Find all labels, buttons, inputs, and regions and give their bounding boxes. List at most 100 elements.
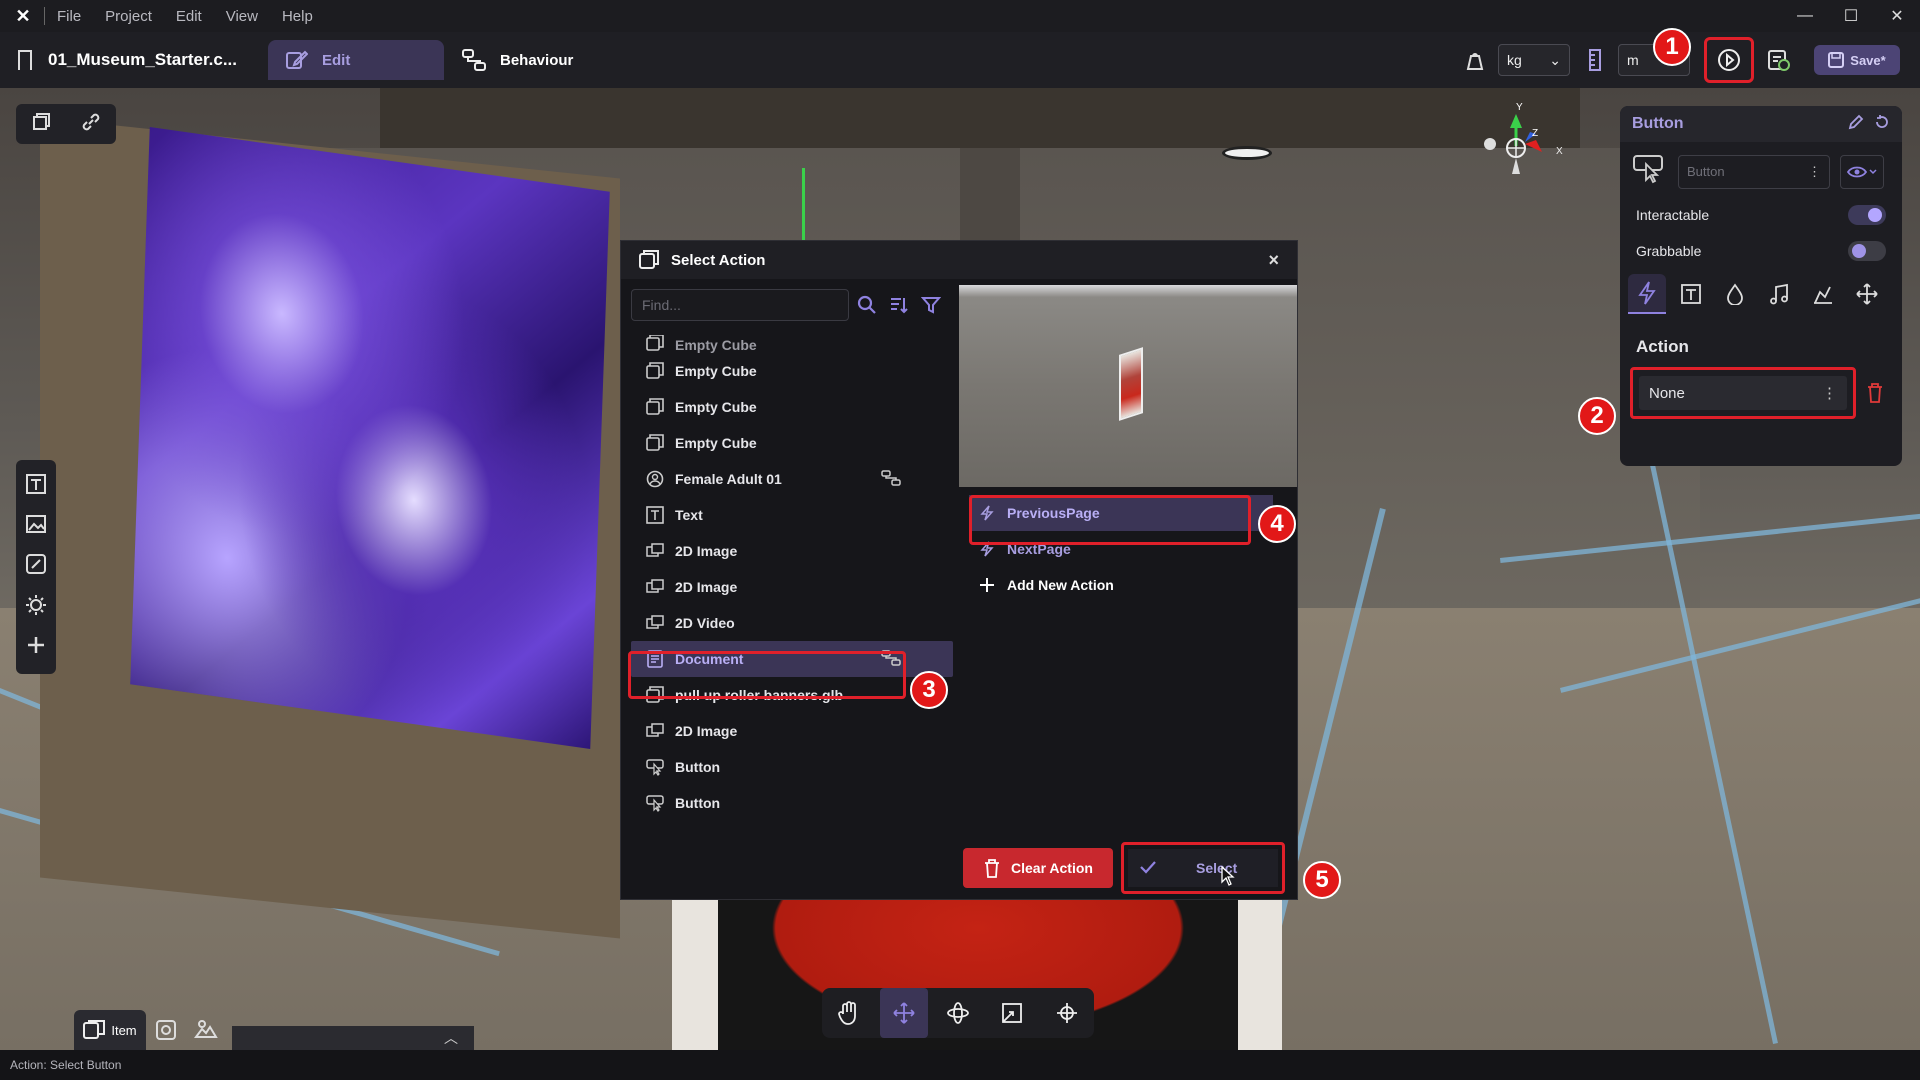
object-name-field[interactable]: Button ⋮ (1678, 154, 1830, 189)
button-object-icon (1632, 154, 1666, 189)
menu-view[interactable]: View (226, 8, 258, 25)
menu-bar: ✕ File Project Edit View Help — ☐ ✕ (0, 0, 1920, 32)
visibility-dropdown[interactable] (1840, 154, 1884, 189)
minimize-button[interactable]: — (1782, 0, 1828, 32)
close-window-button[interactable]: ✕ (1874, 0, 1920, 32)
add-tools-panel (16, 460, 56, 674)
list-item[interactable]: Empty Cube (631, 389, 953, 425)
reset-icon[interactable] (1874, 114, 1890, 135)
project-name: 01_Museum_Starter.c... (48, 50, 237, 69)
sky-tab-icon[interactable] (186, 1010, 226, 1050)
audio-tab-icon[interactable] (1760, 274, 1798, 314)
list-item[interactable]: Female Adult 01 (631, 461, 953, 497)
layers-icon[interactable] (31, 112, 51, 137)
tab-item[interactable]: Item (74, 1010, 146, 1050)
close-icon[interactable]: × (1268, 250, 1279, 271)
animation-tab-icon[interactable] (1804, 274, 1842, 314)
highlight-document (628, 651, 906, 699)
tab-behaviour[interactable]: Behaviour (444, 40, 591, 80)
grabbable-label: Grabbable (1636, 243, 1702, 259)
text-icon (645, 505, 665, 525)
grabbable-toggle[interactable] (1848, 241, 1886, 261)
cube-icon (645, 397, 665, 417)
list-item[interactable]: 2D Image (631, 569, 953, 605)
hand-tool-icon[interactable] (825, 988, 873, 1038)
menu-file[interactable]: File (57, 8, 81, 25)
list-item-label: Text (675, 507, 703, 523)
list-item[interactable]: 2D Image (631, 713, 953, 749)
image-icon (645, 721, 665, 741)
filter-icon[interactable] (917, 291, 945, 319)
rename-icon[interactable] (1848, 114, 1864, 135)
list-item[interactable]: 2D Image (631, 533, 953, 569)
object-preview (959, 285, 1297, 487)
publish-button[interactable] (1764, 45, 1794, 75)
play-button[interactable] (1704, 37, 1754, 83)
action-select[interactable]: None ⋮ (1639, 376, 1847, 410)
weight-icon (1460, 45, 1490, 75)
list-item-label: 2D Image (675, 543, 738, 559)
select-button[interactable]: Select (1128, 849, 1278, 887)
delete-action-button[interactable] (1864, 380, 1886, 406)
search-icon[interactable] (853, 291, 881, 319)
light-tool-icon[interactable] (25, 594, 47, 621)
step-marker-2: 2 (1578, 397, 1616, 435)
cube-icon (645, 433, 665, 453)
list-item-label: 2D Image (675, 579, 738, 595)
cube-icon (645, 361, 665, 381)
image-icon (645, 541, 665, 561)
rotate-tool-icon[interactable] (934, 988, 982, 1038)
property-tabs (1620, 271, 1902, 317)
cube-icon (645, 335, 665, 353)
project-title: 01_Museum_Starter.c... (18, 50, 268, 70)
list-item[interactable]: Empty Cube (631, 425, 953, 461)
preview-object (1119, 347, 1143, 421)
pivot-tool-icon[interactable] (1043, 988, 1091, 1038)
interactable-toggle[interactable] (1848, 205, 1886, 225)
move-tool-icon[interactable] (879, 988, 928, 1038)
list-item[interactable]: Button (631, 785, 953, 821)
abstract-painting[interactable] (130, 127, 610, 749)
list-item[interactable]: Empty Cube (631, 353, 953, 389)
list-item[interactable]: Empty Cube (631, 335, 953, 353)
check-icon (1140, 860, 1156, 877)
bookmark-icon (18, 50, 32, 70)
list-item-label: Empty Cube (675, 363, 757, 379)
add-icon[interactable] (25, 634, 47, 661)
text-tab-icon[interactable] (1672, 274, 1710, 314)
gizmo-x-label: X (1556, 146, 1563, 157)
menu-project[interactable]: Project (105, 8, 152, 25)
transform-tab-icon[interactable] (1848, 274, 1886, 314)
sort-icon[interactable] (885, 291, 913, 319)
link-icon[interactable] (81, 112, 101, 137)
action-tab-icon[interactable] (1628, 274, 1666, 314)
tab-edit[interactable]: Edit (268, 40, 444, 80)
list-item[interactable]: Button (631, 749, 953, 785)
add-new-action-button[interactable]: Add New Action (959, 567, 1283, 603)
menu-edit[interactable]: Edit (176, 8, 202, 25)
mass-unit-select[interactable]: kg ⌄ (1498, 44, 1570, 76)
image-tool-icon[interactable] (25, 513, 47, 540)
scale-tool-icon[interactable] (988, 988, 1036, 1038)
environment-tab-icon[interactable] (146, 1010, 186, 1050)
item-panel-collapse[interactable]: ︿ (232, 1026, 474, 1050)
material-tab-icon[interactable] (1716, 274, 1754, 314)
search-input[interactable] (631, 289, 849, 321)
ceiling-light (1222, 146, 1272, 160)
image-icon (645, 613, 665, 633)
maximize-button[interactable]: ☐ (1828, 0, 1874, 32)
list-item-label: 2D Image (675, 723, 738, 739)
behaviour-icon[interactable] (881, 469, 901, 489)
orientation-gizmo[interactable]: Y Z X (1470, 96, 1590, 196)
more-options-icon[interactable]: ⋮ (1808, 164, 1821, 180)
menu-help[interactable]: Help (282, 8, 313, 25)
clear-action-button[interactable]: Clear Action (963, 848, 1113, 888)
save-button[interactable]: Save* (1814, 45, 1900, 75)
list-item[interactable]: 2D Video (631, 605, 953, 641)
list-item[interactable]: Text (631, 497, 953, 533)
select-button-highlight: Select (1121, 842, 1285, 894)
gizmo-y-label: Y (1516, 102, 1523, 113)
brush-tool-icon[interactable] (25, 553, 47, 580)
viewport-toolbox (16, 104, 116, 144)
text-tool-icon[interactable] (25, 473, 47, 500)
